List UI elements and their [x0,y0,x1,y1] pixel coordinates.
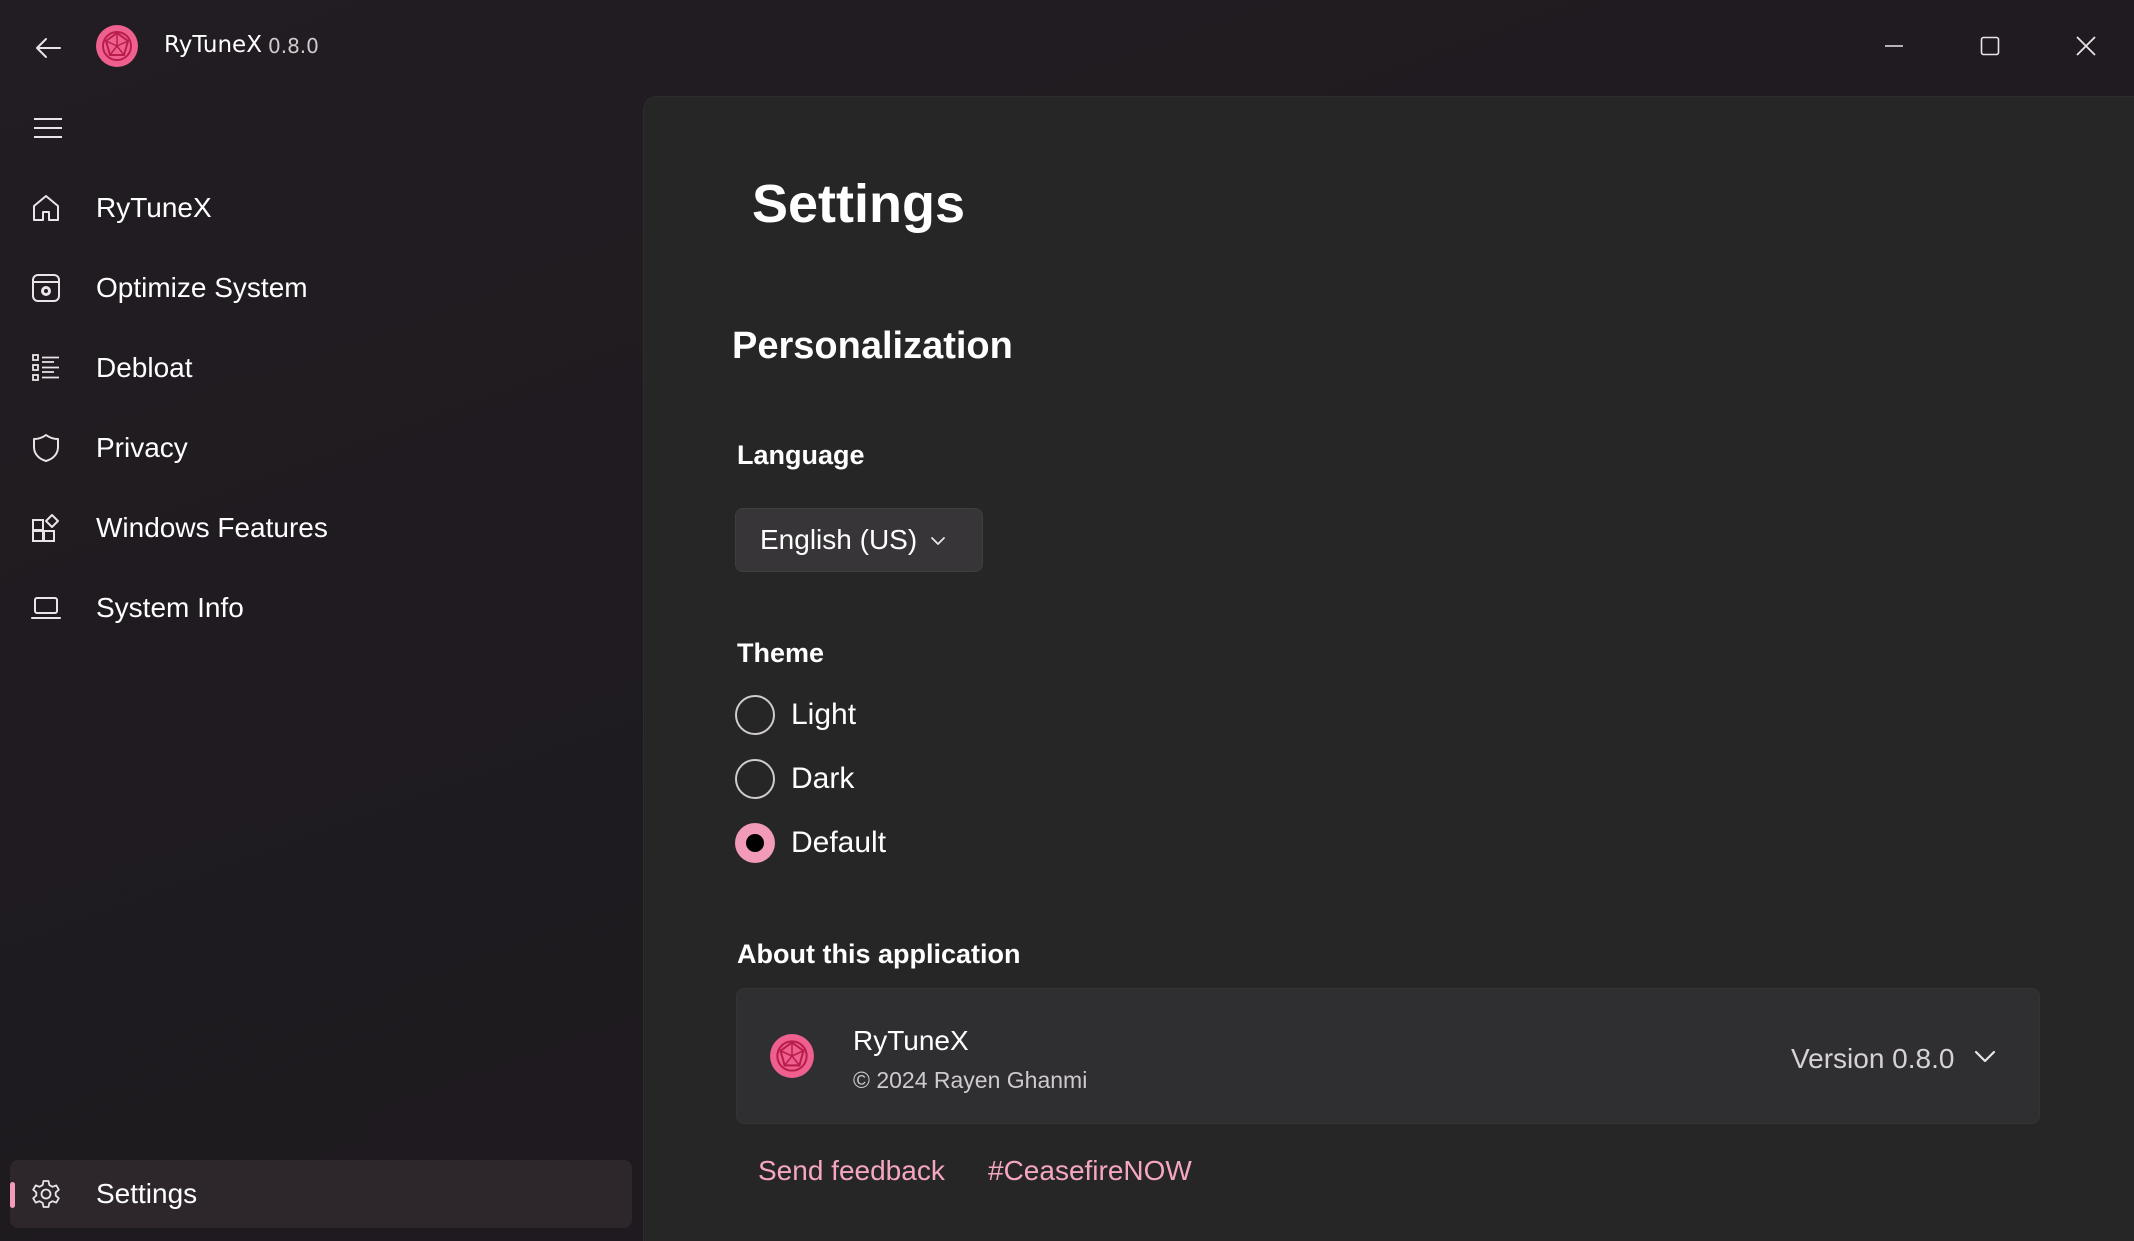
app-version: 0.8.0 [268,34,319,58]
apps-add-icon [32,514,59,542]
radio-label: Default [791,826,887,859]
radio-label: Light [791,698,857,731]
radio-circle [735,695,775,735]
sidebar-item-label: Debloat [96,352,193,383]
about-label: About this application [737,939,1021,969]
optimize-icon [32,274,60,302]
maximize-icon [1980,36,2000,56]
radio-dot [746,834,764,852]
sidebar-item-optimize-system[interactable]: Optimize System [10,254,630,322]
sidebar-item-label: System Info [96,592,244,623]
hashtag-link[interactable]: #CeasefireNOW [988,1155,1192,1187]
theme-radio-default[interactable]: Default [735,821,886,865]
language-dropdown[interactable]: English (US) [735,508,983,572]
shield-icon [33,434,59,462]
sidebar-item-system-info[interactable]: System Info [10,574,630,642]
sidebar-item-windows-features[interactable]: Windows Features [10,494,630,562]
about-copyright: © 2024 Rayen Ghanmi [853,1067,1088,1093]
language-label: Language [737,440,865,470]
settings-page: Settings Personalization Language Englis… [643,96,2134,1241]
back-button[interactable] [26,26,70,70]
app-title: RyTuneX [164,32,262,58]
radio-label: Dark [791,762,855,795]
sidebar-item-label: Optimize System [96,272,308,303]
send-feedback-link[interactable]: Send feedback [758,1155,945,1187]
sidebar-item-privacy[interactable]: Privacy [10,414,630,482]
selection-indicator [10,1182,15,1208]
sidebar-item-label: Privacy [96,432,188,463]
laptop-icon [31,597,61,619]
chevron-down-icon [931,537,945,545]
language-selected-value: English (US) [760,524,918,555]
radio-circle [735,823,775,863]
minimize-button[interactable] [1868,22,1920,70]
menu-toggle-button[interactable] [26,106,70,150]
minimize-icon [1885,45,1903,47]
sidebar-item-debloat[interactable]: Debloat [10,334,630,402]
maximize-button[interactable] [1964,22,2016,70]
hamburger-menu-icon [34,118,62,138]
home-icon [33,195,59,221]
sidebar-item-label: Settings [96,1178,198,1209]
sidebar-item-rytunex[interactable]: RyTuneX [10,174,630,242]
about-app-name: RyTuneX [853,1025,969,1056]
sidebar-item-label: Windows Features [96,512,328,543]
theme-radio-dark[interactable]: Dark [735,757,854,801]
about-expander[interactable]: RyTuneX © 2024 Rayen Ghanmi Version 0.8.… [736,988,2040,1124]
app-logo-icon [96,25,138,67]
about-version: Version 0.8.0 [1791,1043,1955,1074]
theme-label: Theme [737,638,825,668]
page-title: Settings [752,174,966,234]
app-logo-icon [770,1034,814,1078]
chevron-down-icon[interactable] [1971,1043,1999,1071]
sidebar-item-settings[interactable]: Settings [10,1160,632,1228]
theme-radio-light[interactable]: Light [735,693,856,737]
gear-icon [32,1180,60,1208]
close-icon [2076,36,2096,56]
sidebar-item-label: RyTuneX [96,192,212,223]
close-button[interactable] [2060,22,2112,70]
section-title: Personalization [732,325,1013,367]
radio-circle [735,759,775,799]
list-icon [32,354,59,381]
arrow-left-icon [36,38,61,58]
app-window: RyTuneX 0.8.0 RyTuneX Optimize System De… [0,0,2134,1241]
title-bar: RyTuneX 0.8.0 [0,0,2134,96]
